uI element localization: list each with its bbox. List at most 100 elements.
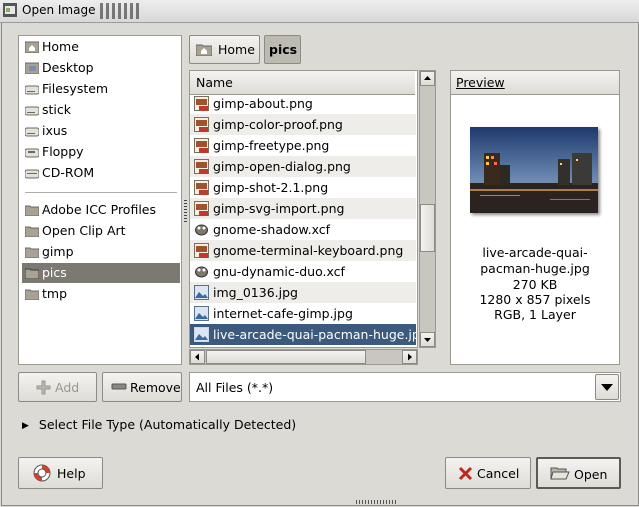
photo-file-icon <box>194 306 209 321</box>
place-label: Floppy <box>42 144 84 159</box>
places-separator <box>25 192 177 193</box>
image-file-icon <box>194 138 209 153</box>
file-row-selected[interactable]: live-arcade-quai-pacman-huge.jpg <box>190 324 416 345</box>
file-list-horizontal-scrollbar[interactable] <box>189 349 418 365</box>
place-item-floppy[interactable]: Floppy <box>22 142 180 162</box>
preview-header-label: Preview <box>456 75 505 90</box>
file-name: gimp-svg-import.png <box>213 201 345 216</box>
dropdown-arrow-icon[interactable] <box>595 374 619 400</box>
plus-icon <box>36 380 51 395</box>
expander-label: Select File Type (Automatically Detected… <box>38 417 297 432</box>
file-name: gnu-dynamic-duo.xcf <box>213 264 345 279</box>
photo-file-icon <box>194 285 209 300</box>
file-name: gimp-shot-2.1.png <box>213 180 329 195</box>
photo-file-icon <box>194 327 209 342</box>
file-row[interactable]: gimp-shot-2.1.png <box>190 177 416 198</box>
window-title: Open Image <box>22 3 96 17</box>
home-folder-icon <box>25 41 39 53</box>
window-resize-grip[interactable] <box>356 500 396 504</box>
add-bookmark-button[interactable]: Add <box>18 372 97 402</box>
bookmark-item-open-clip-art[interactable]: Open Clip Art <box>22 221 180 241</box>
remove-bookmark-button[interactable]: Remove <box>102 372 182 402</box>
breadcrumb-current-button[interactable]: pics <box>264 35 301 64</box>
close-x-icon <box>458 466 473 481</box>
file-row[interactable]: gimp-freetype.png <box>190 135 416 156</box>
place-label: Adobe ICC Profiles <box>42 202 157 217</box>
place-item-stick[interactable]: stick <box>22 100 180 120</box>
cdrom-icon <box>25 169 39 179</box>
file-row[interactable]: gnu-dynamic-duo.xcf <box>190 261 416 282</box>
gimp-xcf-icon <box>195 266 208 278</box>
file-filter-combobox[interactable]: All Files (*.*) <box>189 372 621 402</box>
place-item-home[interactable]: Home <box>22 37 180 57</box>
bookmark-item-tmp[interactable]: tmp <box>22 284 180 304</box>
open-button[interactable]: Open <box>536 457 621 489</box>
cancel-label: Cancel <box>477 466 520 481</box>
file-row[interactable]: internet-cafe-gimp.jpg <box>190 303 416 324</box>
minus-icon <box>111 383 127 390</box>
preview-header: Preview <box>451 71 619 95</box>
file-name: gimp-freetype.png <box>213 138 330 153</box>
cancel-button[interactable]: Cancel <box>445 457 531 489</box>
breadcrumb-home-button[interactable]: Home <box>189 35 260 64</box>
place-label: gimp <box>42 244 74 259</box>
file-row[interactable]: gimp-open-dialog.png <box>190 156 416 177</box>
file-name: gimp-color-proof.png <box>213 117 343 132</box>
file-row[interactable]: gimp-color-proof.png <box>190 114 416 135</box>
gimp-xcf-icon <box>195 224 208 236</box>
preview-thumbnail-image <box>470 127 598 213</box>
scroll-down-arrow-icon[interactable] <box>420 332 435 347</box>
file-row[interactable]: gnome-shadow.xcf <box>190 219 416 240</box>
bookmark-item-adobe-icc-profiles[interactable]: Adobe ICC Profiles <box>22 200 180 220</box>
place-item-desktop[interactable]: Desktop <box>22 58 180 78</box>
place-label: Home <box>42 39 79 54</box>
expander-triangle-icon: ▶ <box>22 421 29 431</box>
folder-icon <box>25 289 39 300</box>
file-row[interactable]: img_0136.jpg <box>190 282 416 303</box>
place-item-ixus[interactable]: ixus <box>22 121 180 141</box>
title-bar[interactable]: Open Image <box>0 0 639 23</box>
place-item-filesystem[interactable]: Filesystem <box>22 79 180 99</box>
drive-icon <box>25 127 39 137</box>
file-name: live-arcade-quai-pacman-huge.jpg <box>213 327 416 342</box>
folder-icon <box>25 226 39 237</box>
image-file-icon <box>194 201 209 216</box>
vertical-scroll-thumb[interactable] <box>420 204 435 252</box>
drive-icon <box>25 85 39 95</box>
file-filter-value: All Files (*.*) <box>196 380 274 395</box>
image-file-icon <box>194 96 209 111</box>
place-label: Open Clip Art <box>42 223 126 238</box>
scroll-right-arrow-icon[interactable] <box>402 350 417 364</box>
bookmark-item-pics[interactable]: pics <box>22 263 180 283</box>
place-label: tmp <box>42 286 68 301</box>
place-label: pics <box>42 265 67 280</box>
scroll-up-arrow-icon[interactable] <box>420 71 435 86</box>
title-decoration <box>100 3 140 19</box>
gimp-app-icon <box>3 3 17 17</box>
place-item-cdrom[interactable]: CD-ROM <box>22 163 180 183</box>
image-file-icon <box>194 159 209 174</box>
drive-icon <box>25 106 39 116</box>
file-row[interactable]: gimp-about.png <box>190 93 416 114</box>
file-list-vertical-scrollbar[interactable] <box>419 70 436 348</box>
breadcrumb-home-label: Home <box>218 42 255 57</box>
file-row[interactable]: gnome-terminal-keyboard.png <box>190 240 416 261</box>
remove-label: Remove <box>130 380 181 395</box>
horizontal-scroll-thumb[interactable] <box>206 350 366 364</box>
help-label: Help <box>57 466 86 481</box>
pane-resize-handle[interactable] <box>184 200 187 224</box>
column-header-name[interactable]: Name <box>190 71 415 95</box>
column-header-label: Name <box>196 75 233 90</box>
place-label: CD-ROM <box>42 165 95 180</box>
places-sidebar: Home Desktop Filesystem stick ixus Flopp… <box>18 35 182 365</box>
bookmark-item-gimp[interactable]: gimp <box>22 242 180 262</box>
help-button[interactable]: Help <box>18 457 103 489</box>
image-file-icon <box>194 117 209 132</box>
file-row[interactable]: gimp-svg-import.png <box>190 198 416 219</box>
open-folder-icon <box>550 467 570 480</box>
scroll-left-arrow-icon[interactable] <box>190 350 205 364</box>
file-type-expander[interactable]: ▶ Select File Type (Automatically Detect… <box>22 417 296 432</box>
help-lifebuoy-icon <box>33 464 51 482</box>
file-name: gnome-shadow.xcf <box>213 222 331 237</box>
add-label: Add <box>55 380 80 395</box>
